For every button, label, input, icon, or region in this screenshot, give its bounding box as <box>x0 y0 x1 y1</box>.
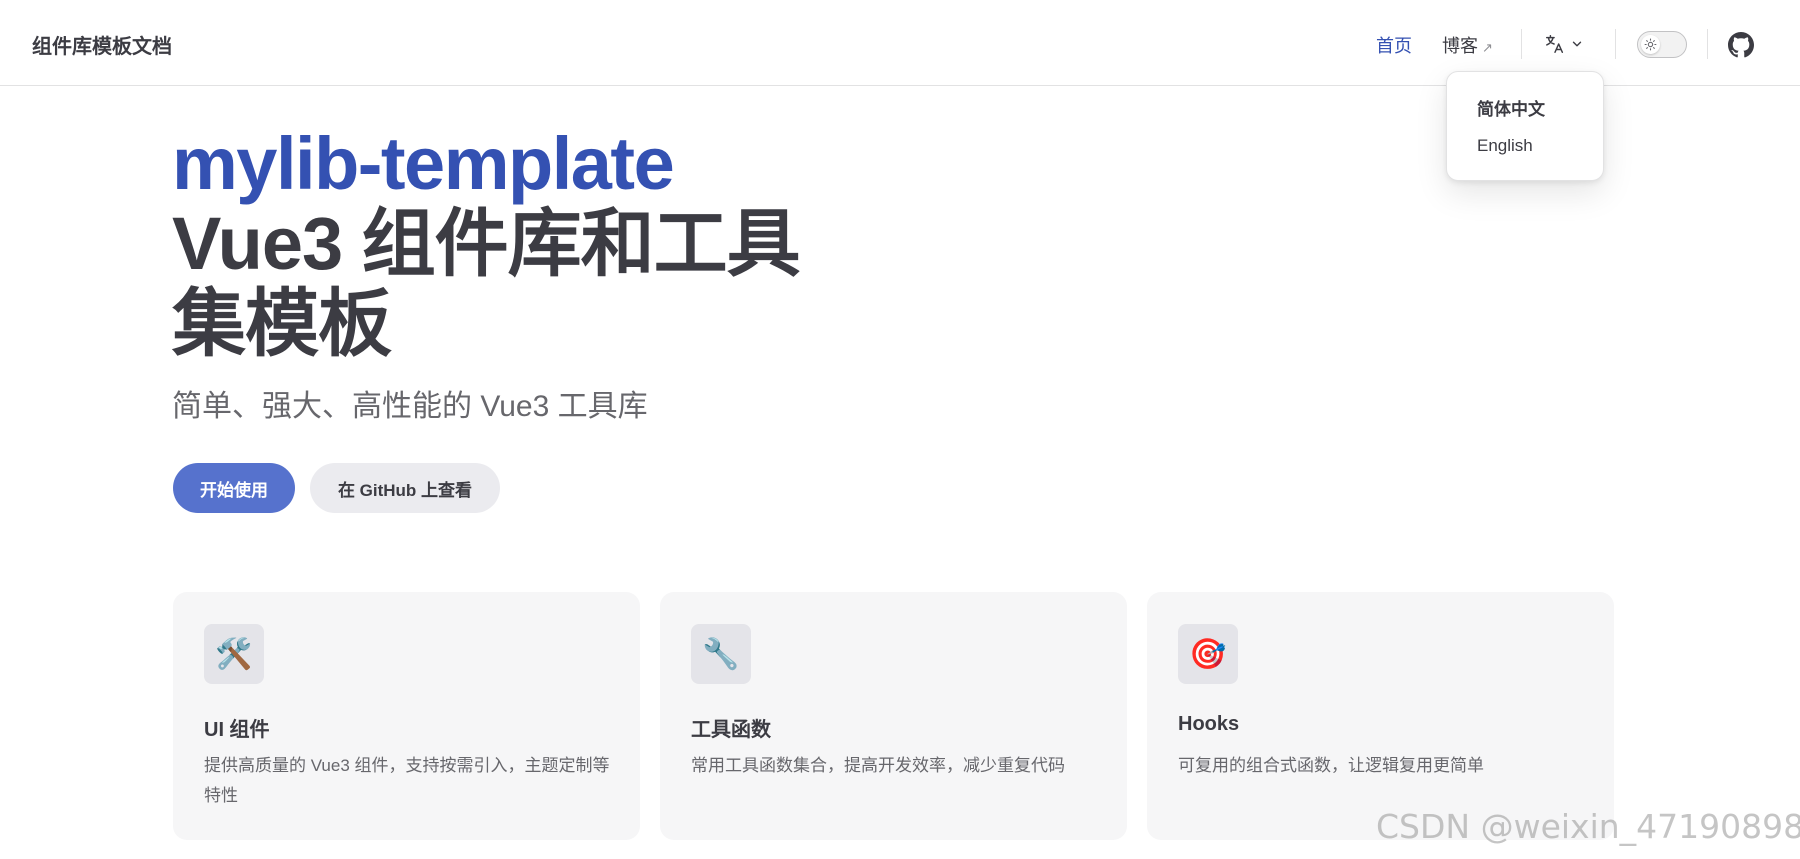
nav-divider <box>1615 29 1616 59</box>
feature-card-utilities: 🔧 工具函数 常用工具函数集合，提高开发效率，减少重复代码 <box>660 592 1127 840</box>
chevron-down-icon <box>1572 41 1582 47</box>
wrench-icon: 🔧 <box>691 624 751 684</box>
feature-title: 工具函数 <box>691 719 771 741</box>
feature-card-ui-components: 🛠️ UI 组件 提供高质量的 Vue3 组件，支持按需引入，主题定制等特性 <box>173 592 640 840</box>
language-option-en[interactable]: English <box>1477 136 1533 156</box>
toggle-knob <box>1641 35 1660 54</box>
target-icon: 🎯 <box>1178 624 1238 684</box>
get-started-button[interactable]: 开始使用 <box>173 463 295 513</box>
nav-link-blog[interactable]: 博客 ↗ <box>1442 32 1493 58</box>
nav-link-home[interactable]: 首页 <box>1376 32 1412 58</box>
site-title[interactable]: 组件库模板文档 <box>32 30 172 59</box>
feature-description: 可复用的组合式函数，让逻辑复用更简单 <box>1178 756 1484 775</box>
feature-description: 常用工具函数集合，提高开发效率，减少重复代码 <box>691 756 1065 775</box>
watermark: CSDN @weixin_47190898 <box>1376 807 1800 846</box>
external-link-icon: ↗ <box>1482 40 1493 55</box>
nav-link-blog-label: 博客 <box>1442 36 1478 56</box>
language-switcher[interactable] <box>1544 30 1584 58</box>
language-dropdown: 简体中文 English <box>1446 71 1604 181</box>
feature-title: Hooks <box>1178 713 1240 735</box>
github-link[interactable] <box>1728 32 1754 58</box>
language-option-zh[interactable]: 简体中文 <box>1477 95 1545 120</box>
feature-title: UI 组件 <box>204 719 270 741</box>
feature-card-hooks: 🎯 Hooks 可复用的组合式函数，让逻辑复用更简单 <box>1147 592 1614 840</box>
theme-toggle[interactable] <box>1637 31 1687 58</box>
github-icon <box>1728 32 1754 58</box>
translate-icon <box>1546 35 1564 53</box>
hero-name: mylib-template <box>172 122 675 205</box>
sun-icon <box>1644 38 1657 51</box>
tools-icon: 🛠️ <box>204 624 264 684</box>
view-on-github-button[interactable]: 在 GitHub 上查看 <box>310 463 500 513</box>
nav-divider <box>1521 29 1522 59</box>
feature-description: 提供高质量的 Vue3 组件，支持按需引入，主题定制等特性 <box>204 756 610 805</box>
nav-divider <box>1707 29 1708 59</box>
hero-text: Vue3 组件库和工具集模板 <box>172 202 801 365</box>
hero-tagline: 简单、强大、高性能的 Vue3 工具库 <box>172 390 648 423</box>
